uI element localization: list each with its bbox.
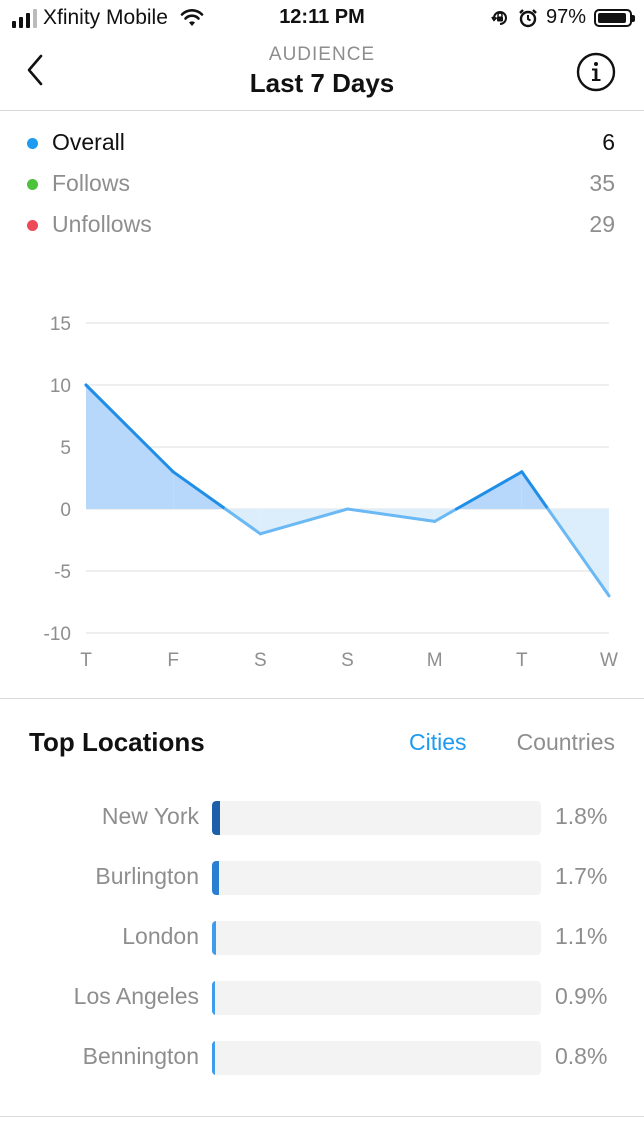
data-point	[433, 519, 437, 523]
legend-value: 35	[589, 170, 615, 196]
location-bar-track	[212, 981, 541, 1015]
tab-cities[interactable]: Cities	[409, 729, 467, 756]
section-divider	[0, 698, 644, 699]
legend-row-overall: Overall 6	[0, 124, 644, 165]
location-bar-track	[212, 801, 541, 835]
location-percent: 1.8%	[555, 803, 608, 829]
x-tick-label: F	[167, 650, 179, 671]
data-point	[84, 383, 88, 387]
location-row: Los Angeles 0.9%	[0, 981, 644, 1015]
x-tick-label: T	[516, 650, 528, 671]
location-row: New York 1.8%	[0, 801, 644, 835]
location-bar-track	[212, 1041, 541, 1075]
location-name: Burlington	[95, 863, 199, 889]
x-tick-label: M	[427, 650, 443, 671]
y-tick-label: 0	[60, 500, 71, 521]
rotation-lock-icon	[491, 10, 507, 25]
page-title: Last 7 Days	[249, 68, 395, 98]
status-bar: Xfinity Mobile 12:11 PM 97%	[0, 0, 644, 36]
location-bar-fill	[212, 981, 215, 1015]
location-bar-fill	[212, 861, 219, 895]
data-point	[258, 532, 262, 536]
location-bar-track	[212, 861, 541, 895]
info-icon[interactable]	[576, 52, 616, 92]
legend-label: Overall	[52, 129, 125, 155]
data-point	[520, 470, 524, 474]
overall-dot-icon	[27, 138, 38, 149]
battery-percentage: 97%	[545, 6, 586, 28]
legend-value: 29	[589, 211, 615, 237]
y-tick-label: 5	[60, 438, 71, 459]
location-percent: 1.7%	[555, 863, 608, 889]
alarm-icon	[519, 8, 537, 27]
status-right: 97%	[490, 6, 635, 29]
location-percent: 0.8%	[555, 1043, 608, 1069]
battery-icon	[594, 8, 635, 27]
x-tick-label: S	[254, 650, 267, 671]
location-percent: 1.1%	[555, 923, 608, 949]
data-point	[607, 594, 611, 598]
legend-label: Unfollows	[52, 211, 152, 237]
data-point	[171, 470, 175, 474]
tab-countries[interactable]: Countries	[517, 729, 615, 756]
data-point	[346, 507, 349, 511]
y-tick-label: 15	[50, 314, 71, 335]
x-tick-label: T	[80, 650, 92, 671]
y-tick-label: 10	[50, 376, 71, 397]
y-tick-label: -5	[54, 562, 71, 583]
location-name: Bennington	[82, 1043, 199, 1069]
stats-legend: Overall 6 Follows 35 Unfollows 29	[0, 124, 644, 247]
follows-dot-icon	[27, 179, 38, 190]
location-row: Bennington 0.8%	[0, 1041, 644, 1075]
location-bar-track	[212, 921, 541, 955]
nav-bar: AUDIENCE Last 7 Days	[0, 36, 644, 111]
audience-chart: 15 10 5 0 -5 -10 T F S S M T W	[44, 314, 619, 671]
location-bar-fill	[212, 1041, 215, 1075]
page-subtitle: AUDIENCE	[268, 44, 376, 65]
legend-value: 6	[602, 129, 615, 155]
top-locations-title: Top Locations	[29, 727, 205, 757]
x-tick-label: W	[600, 650, 618, 671]
y-tick-label: -10	[44, 624, 71, 645]
legend-row-follows: Follows 35	[0, 165, 644, 206]
location-bar-fill	[212, 801, 220, 835]
location-name: London	[122, 923, 199, 949]
location-row: Burlington 1.7%	[0, 861, 644, 895]
location-percent: 0.9%	[555, 983, 608, 1009]
legend-row-unfollows: Unfollows 29	[0, 206, 644, 247]
legend-label: Follows	[52, 170, 130, 196]
location-row: London 1.1%	[0, 921, 644, 955]
section-divider	[0, 1116, 644, 1117]
location-name: New York	[101, 803, 199, 829]
location-bar-fill	[212, 921, 216, 955]
x-tick-label: S	[341, 650, 354, 671]
unfollows-dot-icon	[27, 220, 38, 231]
location-name: Los Angeles	[73, 983, 199, 1009]
